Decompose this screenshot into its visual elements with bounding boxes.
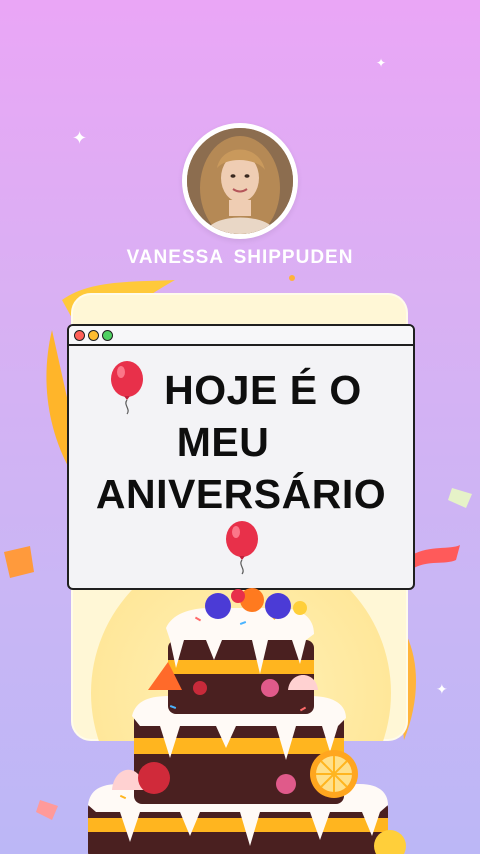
avatar[interactable]: [187, 128, 293, 234]
red-balloon-icon: [226, 521, 258, 575]
message-line-1: HOJE É O: [164, 367, 362, 413]
profile-name: VANESSA SHIPPUDEN: [126, 247, 354, 268]
minimize-dot-icon[interactable]: [88, 330, 99, 341]
message-line-2: MEU: [176, 419, 270, 465]
message-line-3: ANIVERSÁRIO: [95, 471, 387, 517]
message-window: HOJE É O MEU ANIVERSÁRIO: [67, 324, 415, 590]
maximize-dot-icon[interactable]: [102, 330, 113, 341]
window-titlebar: [69, 326, 413, 346]
close-dot-icon[interactable]: [74, 330, 85, 341]
